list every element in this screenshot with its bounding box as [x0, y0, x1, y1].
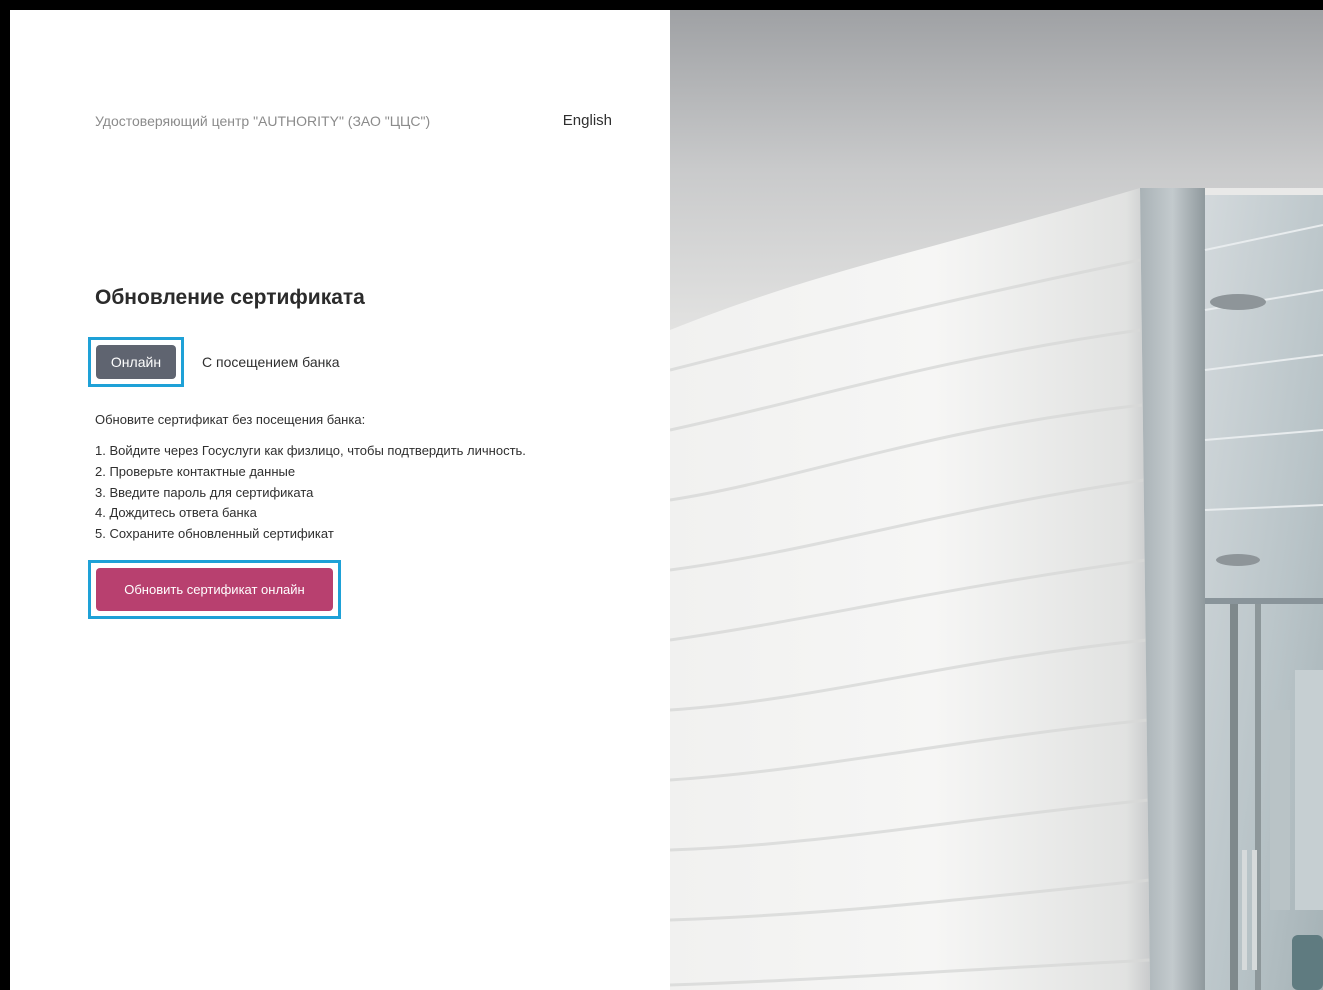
hero-image	[670, 10, 1323, 990]
office-photo	[670, 10, 1323, 990]
cta-highlight: Обновить сертификат онлайн	[88, 560, 341, 619]
intro-text: Обновите сертификат без посещения банка:	[95, 412, 366, 427]
list-item: 2. Проверьте контактные данные	[95, 463, 296, 479]
tab-online-highlight: Онлайн	[88, 337, 184, 387]
update-certificate-online-button[interactable]: Обновить сертификат онлайн	[96, 568, 333, 611]
content-panel: Удостоверяющий центр "AUTHORITY" (ЗАО "Ц…	[10, 10, 670, 990]
list-item: 5. Сохраните обновленный сертификат	[95, 526, 334, 542]
tab-online[interactable]: Онлайн	[96, 345, 176, 379]
list-item: 4. Дождитесь ответа банка	[95, 505, 257, 521]
list-item: 1. Войдите через Госуслуги как физлицо, …	[95, 443, 526, 458]
org-name: Удостоверяющий центр "AUTHORITY" (ЗАО "Ц…	[95, 113, 431, 129]
tab-bank-visit[interactable]: С посещением банка	[202, 354, 340, 370]
language-link[interactable]: English	[563, 112, 612, 129]
page-title: Обновление сертификата	[95, 286, 365, 309]
steps-list: 1. Войдите через Госуслуги как физлицо, …	[95, 441, 526, 545]
list-item: 3. Введите пароль для сертификата	[95, 484, 314, 500]
